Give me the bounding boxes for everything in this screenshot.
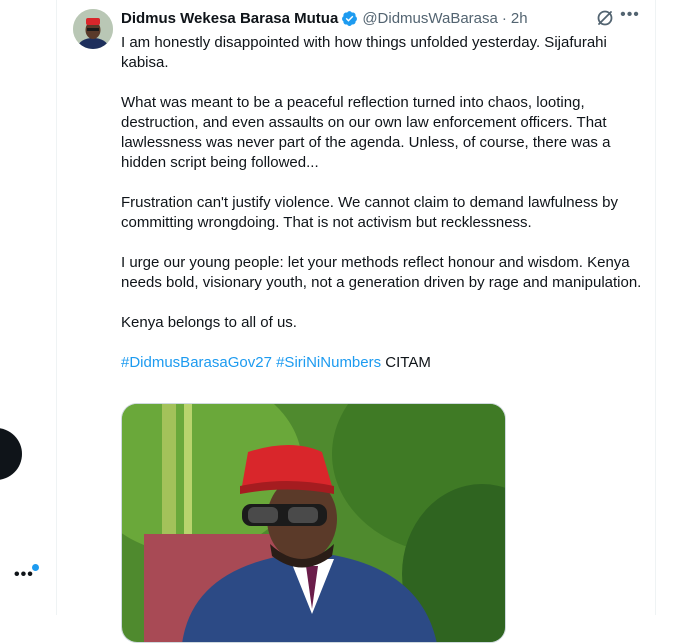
account-avatar[interactable] xyxy=(0,428,22,480)
tweet-paragraph: Kenya belongs to all of us. xyxy=(121,314,297,331)
hashtag-link[interactable]: #SiriNiNumbers xyxy=(276,354,381,371)
author-handle[interactable]: @DidmusWaBarasa xyxy=(362,10,498,27)
hashtag-link[interactable]: #DidmusBarasaGov27 xyxy=(121,354,272,371)
media-photo xyxy=(122,404,505,642)
tweet-paragraph: I am honestly disappointed with how thin… xyxy=(121,34,607,71)
avatar-photo xyxy=(73,9,113,49)
grok-icon[interactable] xyxy=(595,8,615,28)
tweet-timestamp[interactable]: 2h xyxy=(511,10,528,27)
notification-dot xyxy=(32,564,39,571)
verified-badge-icon[interactable] xyxy=(341,10,358,27)
tweet-media-photo[interactable] xyxy=(121,403,506,643)
left-nav-rail: ••• xyxy=(0,0,56,615)
tweet-paragraph: Frustration can't justify violence. We c… xyxy=(121,194,618,231)
author-display-name[interactable]: Didmus Wekesa Barasa Mutua xyxy=(121,10,338,27)
tweet[interactable]: Didmus Wekesa Barasa Mutua @DidmusWaBara… xyxy=(57,0,655,643)
tweet-tags-line: #DidmusBarasaGov27 #SiriNiNumbers CITAM xyxy=(121,353,645,373)
tweet-header: Didmus Wekesa Barasa Mutua @DidmusWaBara… xyxy=(121,8,528,28)
more-icon[interactable]: ••• xyxy=(619,7,641,27)
header-separator: · xyxy=(501,9,507,27)
author-avatar[interactable] xyxy=(73,9,113,49)
tweet-text: I am honestly disappointed with how thin… xyxy=(121,33,645,393)
tweet-paragraph: What was meant to be a peaceful reflecti… xyxy=(121,94,611,171)
tweet-trailing-text: CITAM xyxy=(385,354,431,371)
tweet-paragraph: I urge our young people: let your method… xyxy=(121,254,642,291)
